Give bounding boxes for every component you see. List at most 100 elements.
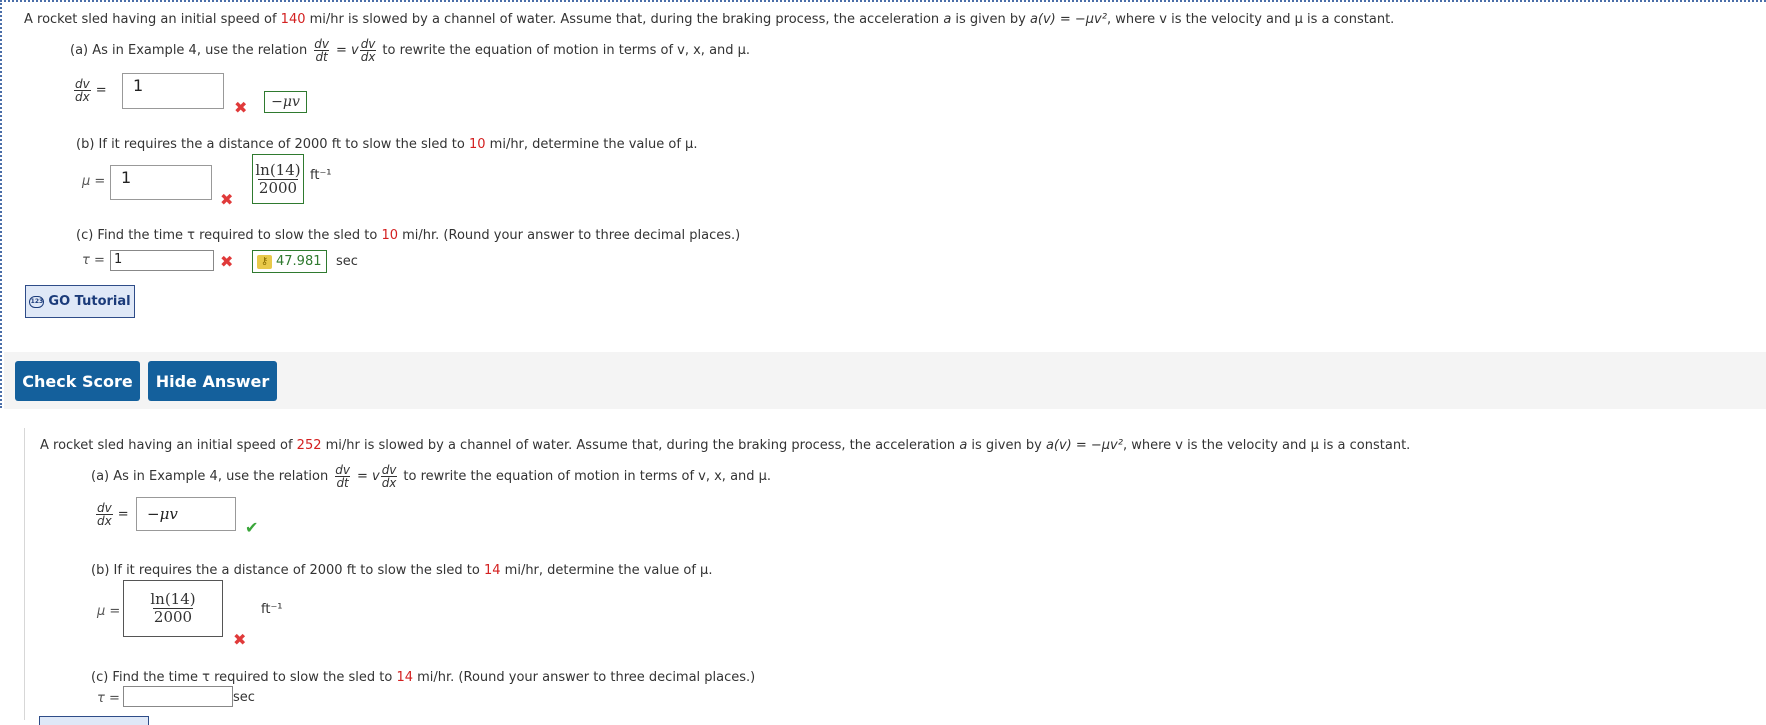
q2-part-a-text: (a) As in Example 4, use the relation <box>91 469 329 484</box>
frac-den: 2000 <box>257 178 299 197</box>
q1-intro-text: A rocket sled having an initial speed of <box>24 12 281 27</box>
hide-answer-button[interactable]: Hide Answer <box>148 361 277 401</box>
q2-part-b-input-fraction: ln(14) 2000 <box>149 592 196 625</box>
q1-part-a-lhs: dv dx = <box>74 78 107 103</box>
q2-part-c-text: (c) Find the time τ required to slow the… <box>91 670 397 685</box>
q2-part-c-text-2: mi/hr. (Round your answer to three decim… <box>412 670 756 685</box>
go-tutorial-label: GO Tutorial <box>48 294 131 309</box>
incorrect-x-icon: ✖ <box>234 98 248 117</box>
frac-den: dt <box>314 50 329 64</box>
frac-num: dv <box>75 77 90 91</box>
equals-sign: = <box>117 507 129 522</box>
q2-mu-label: μ = <box>97 604 121 619</box>
question-2: A rocket sled having an initial speed of… <box>24 428 1766 725</box>
q1-part-b-speed: 10 <box>468 137 486 152</box>
q2-part-b-unit: ft⁻¹ <box>261 602 283 617</box>
q1-formula: a(v) = −μv² <box>1029 12 1107 27</box>
q1-part-b-unit: ft⁻¹ <box>310 168 332 183</box>
q2-part-a-lhs: dv dx = <box>96 502 129 527</box>
q1-mu-label: μ = <box>82 174 106 189</box>
frac-den: dt <box>335 476 350 490</box>
q2-part-c-label: (c) Find the time τ required to slow the… <box>91 670 755 685</box>
q1-initial-speed: 140 <box>280 12 306 27</box>
q1-intro-end: , where v is the velocity and μ is a con… <box>1106 12 1395 27</box>
q2-rel-eq: = v <box>356 469 380 484</box>
incorrect-x-icon: ✖ <box>233 630 247 649</box>
correct-check-icon: ✔ <box>245 518 259 537</box>
q1-part-c-unit: sec <box>336 254 358 269</box>
q2-part-b-label: (b) If it requires the a distance of 200… <box>91 563 712 578</box>
q2-part-b-text-2: mi/hr, determine the value of μ. <box>500 563 713 578</box>
q2-part-a-text-2: to rewrite the equation of motion in ter… <box>403 469 772 484</box>
q2-part-b-text: (b) If it requires the a distance of 200… <box>91 563 484 578</box>
q1-dvdx-fraction: dv dx <box>359 37 377 64</box>
frac-num: dv <box>335 463 350 477</box>
frac-num: ln(14) <box>150 590 196 608</box>
q2-part-c-input[interactable] <box>123 686 233 707</box>
frac-num: dv <box>360 37 376 51</box>
incorrect-x-icon: ✖ <box>220 252 234 271</box>
q1-part-c-speed: 10 <box>381 228 398 243</box>
q1-part-c-text: (c) Find the time τ required to slow the… <box>76 228 382 243</box>
equals-sign: = <box>95 83 107 98</box>
q2-part-c-speed: 14 <box>396 670 413 685</box>
frac-num: dv <box>97 501 112 515</box>
frac-num: dv <box>381 463 397 477</box>
q2-part-b-speed: 14 <box>483 563 501 578</box>
q1-part-b-text: (b) If it requires the a distance of 200… <box>76 137 469 152</box>
q1-intro-text-3: is given by <box>951 12 1030 27</box>
q2-intro-text: A rocket sled having an initial speed of <box>40 438 297 453</box>
q2-dvdt-fraction: dv dt <box>334 464 351 489</box>
q1-part-b-label: (b) If it requires the a distance of 200… <box>76 137 697 152</box>
q2-intro: A rocket sled having an initial speed of… <box>40 438 1410 453</box>
q2-tau-label: τ = <box>97 691 120 706</box>
go-tutorial-button[interactable]: 123 GO Tutorial <box>25 285 135 318</box>
q1-dvdx-lhs: dv dx <box>74 78 91 103</box>
q1-part-c-answer-text: 47.981 <box>276 254 322 269</box>
frac-den: dx <box>380 476 398 490</box>
q2-part-a-label: (a) As in Example 4, use the relation dv… <box>91 464 771 489</box>
q1-part-a-answer: −μv <box>264 91 307 113</box>
q2-tutorial-button-partial[interactable] <box>39 716 149 725</box>
incorrect-x-icon: ✖ <box>220 190 234 209</box>
check-score-button[interactable]: Check Score <box>15 361 140 401</box>
q1-intro-text-2: mi/hr is slowed by a channel of water. A… <box>305 12 944 27</box>
key-icon: ⚷ <box>257 254 272 269</box>
q1-part-a-text-2: to rewrite the equation of motion in ter… <box>382 43 751 58</box>
q1-part-c-label: (c) Find the time τ required to slow the… <box>76 228 740 243</box>
q1-part-c-answer: ⚷ 47.981 <box>252 250 327 273</box>
q2-formula: a(v) = −μv² <box>1045 438 1123 453</box>
q2-intro-end: , where v is the velocity and μ is a con… <box>1122 438 1411 453</box>
frac-den: dx <box>359 50 377 64</box>
q1-intro: A rocket sled having an initial speed of… <box>24 12 1394 27</box>
q1-part-b-answer-fraction: ln(14) 2000 <box>254 160 301 197</box>
q1-part-a-answer-text: −μv <box>271 94 300 110</box>
q2-dvdx-lhs: dv dx <box>96 502 113 527</box>
q1-part-b-text-2: mi/hr, determine the value of μ. <box>485 137 698 152</box>
q1-dvdt-fraction: dv dt <box>313 38 330 63</box>
q1-tau-label: τ = <box>82 253 105 268</box>
q2-part-b-input[interactable]: ln(14) 2000 <box>123 580 223 637</box>
q2-part-a-input[interactable]: −μv <box>136 497 236 531</box>
question-1: A rocket sled having an initial speed of… <box>0 0 1766 409</box>
q1-part-c-text-2: mi/hr. (Round your answer to three decim… <box>397 228 741 243</box>
frac-den: 2000 <box>152 608 194 626</box>
q2-intro-text-2: mi/hr is slowed by a channel of water. A… <box>321 438 960 453</box>
frac-den: dx <box>74 90 91 104</box>
tutorial-icon: 123 <box>29 295 45 308</box>
frac-den: dx <box>96 514 113 528</box>
q1-part-b-answer: ln(14) 2000 <box>252 154 304 204</box>
q1-part-c-input[interactable]: 1 <box>110 250 214 271</box>
q1-part-a-text: (a) As in Example 4, use the relation <box>70 43 308 58</box>
q1-part-b-input[interactable]: 1 <box>110 165 212 200</box>
frac-num: dv <box>314 37 329 51</box>
q2-part-c-unit: sec <box>233 690 255 705</box>
q2-dvdx-fraction: dv dx <box>380 463 398 490</box>
frac-num: ln(14) <box>255 160 301 179</box>
q2-intro-text-3: is given by <box>967 438 1046 453</box>
q1-part-a-input[interactable]: 1 <box>122 73 224 109</box>
q1-rel-eq: = v <box>335 43 359 58</box>
q2-initial-speed: 252 <box>296 438 322 453</box>
q1-part-a-label: (a) As in Example 4, use the relation dv… <box>70 38 750 63</box>
q2-part-a-input-value: −μv <box>147 505 178 523</box>
